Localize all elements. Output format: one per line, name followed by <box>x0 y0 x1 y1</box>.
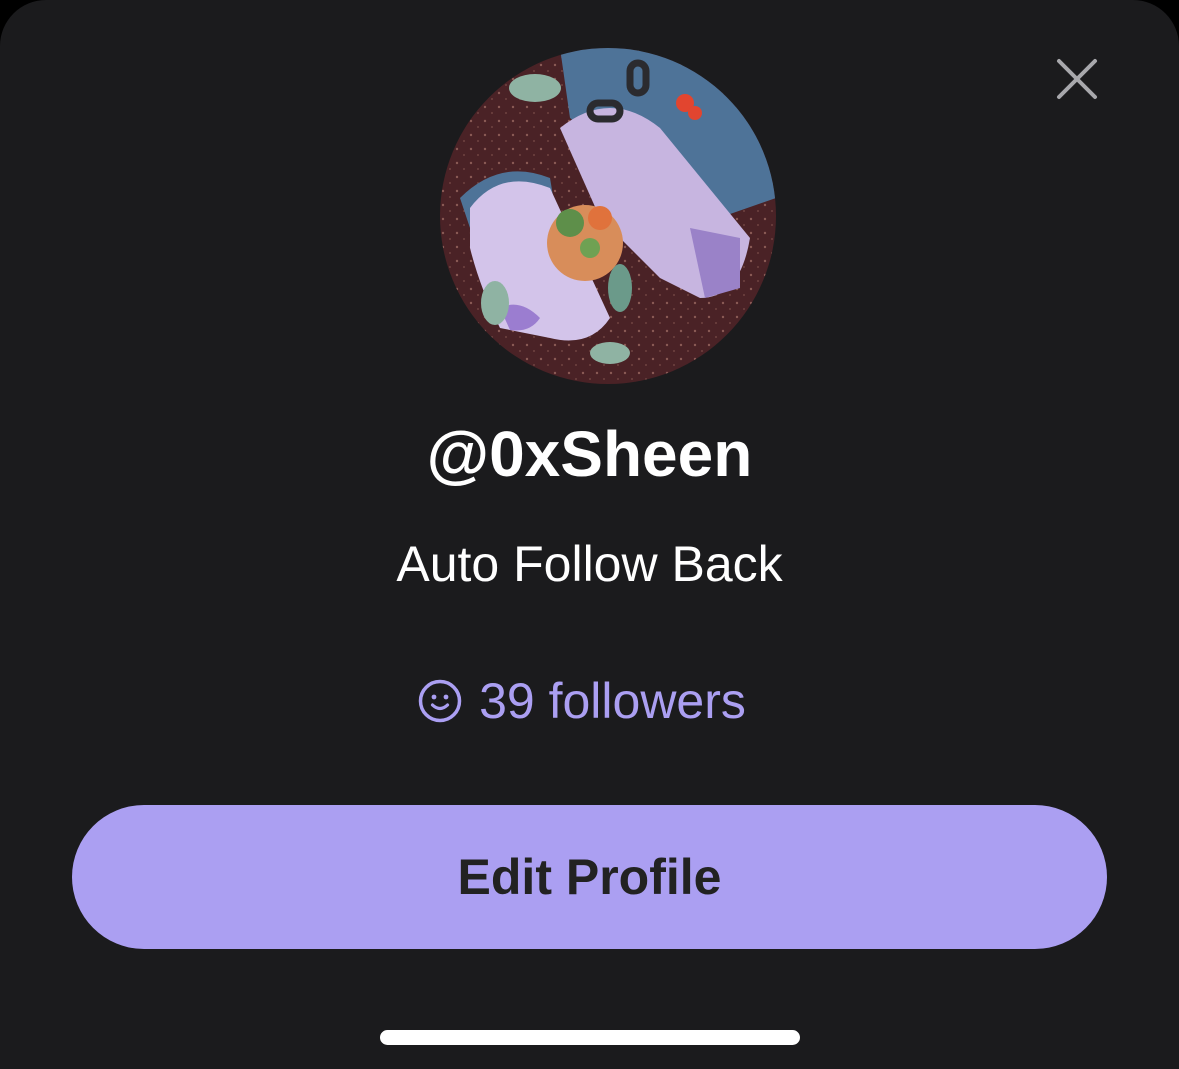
edit-profile-label: Edit Profile <box>457 849 722 905</box>
avatar-image <box>440 48 776 384</box>
profile-sheet: @0xSheen Auto Follow Back 39 followers E… <box>0 0 1179 1069</box>
home-indicator[interactable] <box>380 1030 800 1045</box>
followers-link[interactable]: 39 followers <box>0 670 1179 732</box>
close-icon <box>1057 59 1097 99</box>
followers-count-label: 39 followers <box>479 673 746 729</box>
profile-bio: Auto Follow Back <box>396 536 783 592</box>
avatar[interactable] <box>440 48 776 384</box>
close-button[interactable] <box>1047 49 1107 109</box>
edit-profile-button[interactable]: Edit Profile <box>72 805 1107 949</box>
smiley-icon <box>417 678 463 724</box>
username: @0xSheen <box>426 418 753 490</box>
